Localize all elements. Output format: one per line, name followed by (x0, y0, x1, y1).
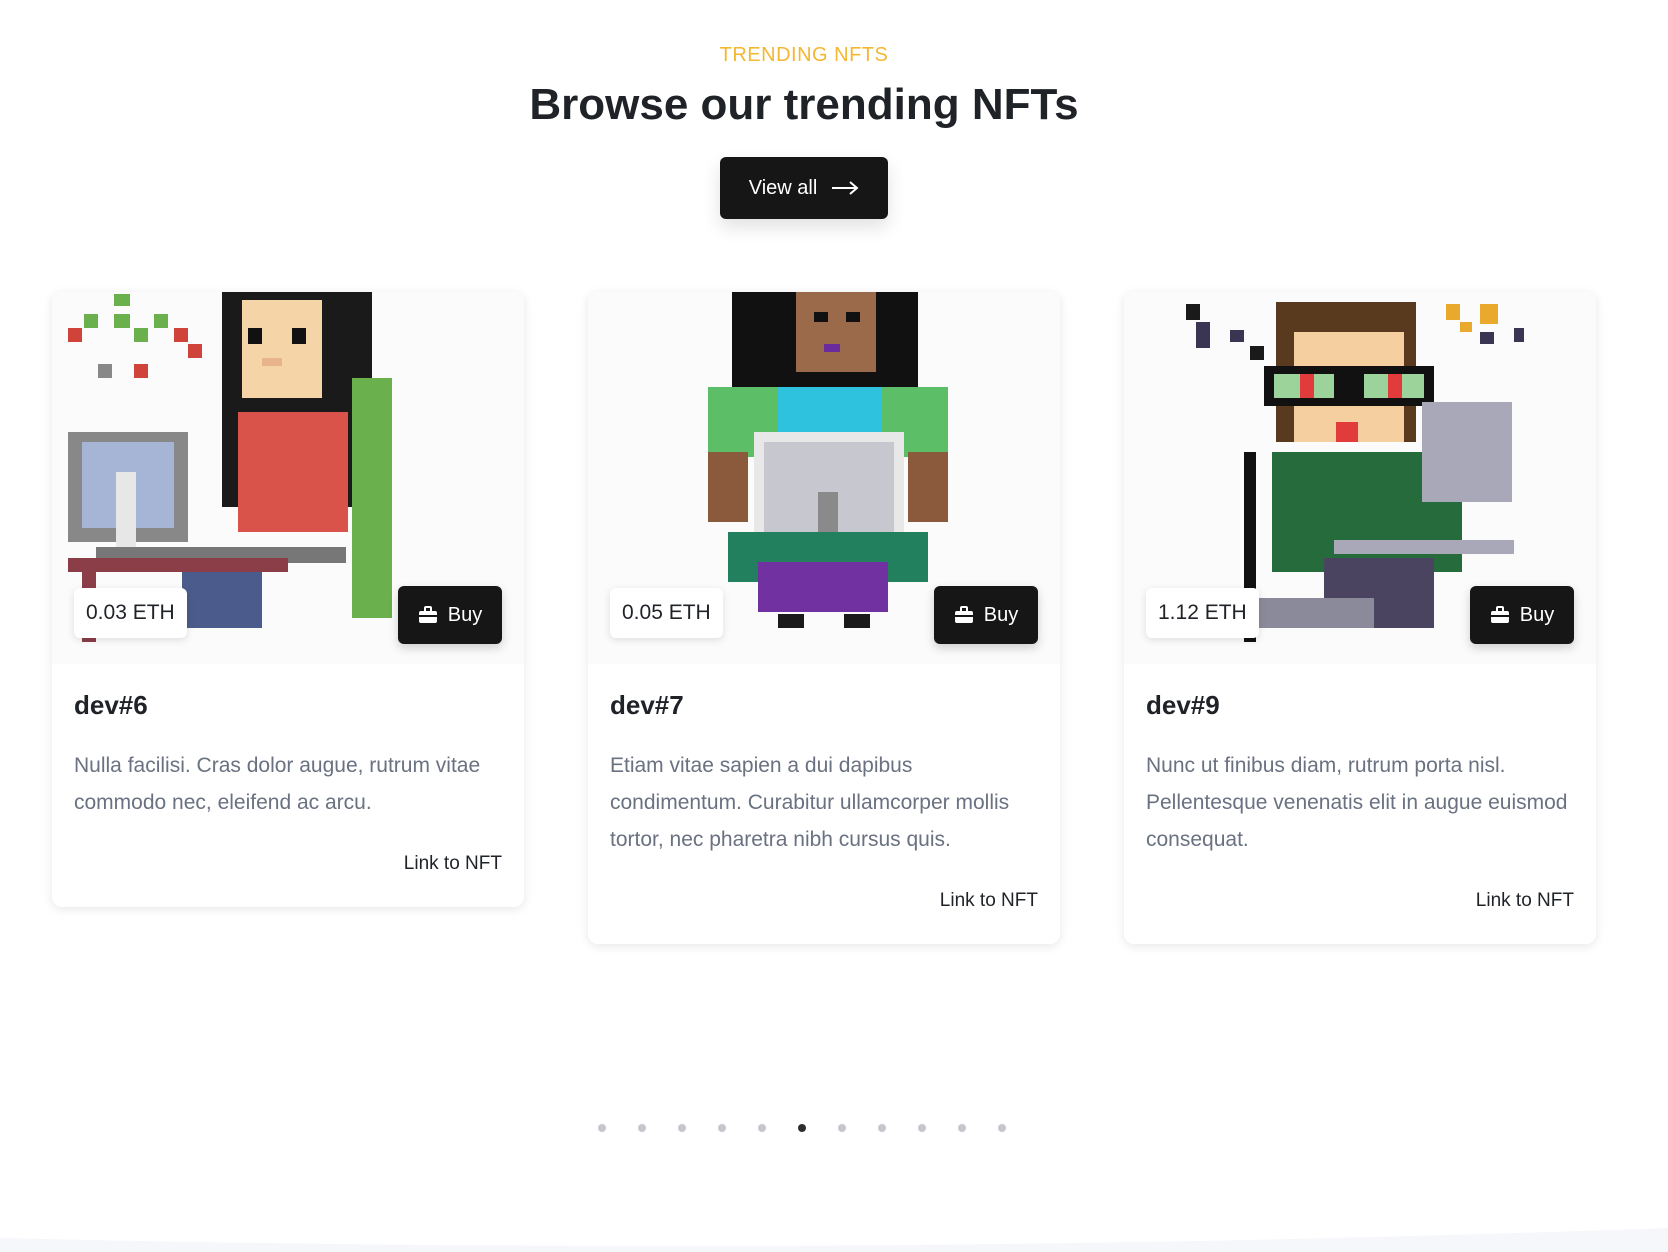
carousel-pagination (598, 1124, 1006, 1132)
nft-image: 0.03 ETH Buy (52, 292, 524, 664)
section-title: Browse our trending NFTs (529, 80, 1079, 129)
view-all-button[interactable]: View all (720, 157, 888, 219)
buy-button[interactable]: Buy (398, 586, 502, 644)
nft-card: 1.12 ETH Buy dev#9 Nunc ut finibus diam,… (1124, 292, 1596, 944)
price-badge: 1.12 ETH (1146, 588, 1259, 638)
nft-title: dev#6 (74, 690, 148, 720)
nft-image: 0.05 ETH Buy (588, 292, 1060, 664)
carousel-dot[interactable] (718, 1124, 726, 1132)
nft-card: 0.05 ETH Buy dev#7 Etiam vitae sapien a … (588, 292, 1060, 944)
buy-label: Buy (1519, 603, 1555, 626)
view-all-label: View all (748, 176, 818, 199)
buy-button[interactable]: Buy (1470, 586, 1574, 644)
carousel-dot[interactable] (678, 1124, 686, 1132)
carousel-dot[interactable] (598, 1124, 606, 1132)
section-eyebrow: TRENDING NFTS (719, 44, 889, 66)
nft-link[interactable]: Link to NFT (1146, 890, 1574, 912)
buy-button[interactable]: Buy (934, 586, 1038, 644)
nft-link[interactable]: Link to NFT (610, 890, 1038, 912)
carousel-dot[interactable] (918, 1124, 926, 1132)
carousel-dot[interactable] (958, 1124, 966, 1132)
nft-title: dev#7 (610, 690, 684, 720)
briefcase-icon (418, 606, 437, 623)
section-divider-wave (0, 1228, 1668, 1252)
carousel-dot[interactable] (998, 1124, 1006, 1132)
price-badge: 0.03 ETH (74, 588, 187, 638)
nft-link[interactable]: Link to NFT (74, 853, 502, 875)
carousel-dot[interactable] (878, 1124, 886, 1132)
nft-description: Nunc ut finibus diam, rutrum porta nisl.… (1146, 754, 1568, 851)
nft-image: 1.12 ETH Buy (1124, 292, 1596, 664)
briefcase-icon (1490, 606, 1509, 623)
nft-title: dev#9 (1146, 690, 1220, 720)
price-badge: 0.05 ETH (610, 588, 723, 638)
buy-label: Buy (983, 603, 1019, 626)
buy-label: Buy (447, 603, 483, 626)
carousel-dot[interactable] (838, 1124, 846, 1132)
nft-description: Nulla facilisi. Cras dolor augue, rutrum… (74, 754, 481, 814)
carousel-dot[interactable] (758, 1124, 766, 1132)
carousel-dot[interactable] (798, 1124, 806, 1132)
nft-description: Etiam vitae sapien a dui dapibus condime… (610, 754, 1010, 851)
arrow-right-icon (832, 181, 859, 195)
briefcase-icon (954, 606, 973, 623)
nft-card: 0.03 ETH Buy dev#6 Nulla facilisi. Cras … (52, 292, 524, 907)
carousel-dot[interactable] (638, 1124, 646, 1132)
